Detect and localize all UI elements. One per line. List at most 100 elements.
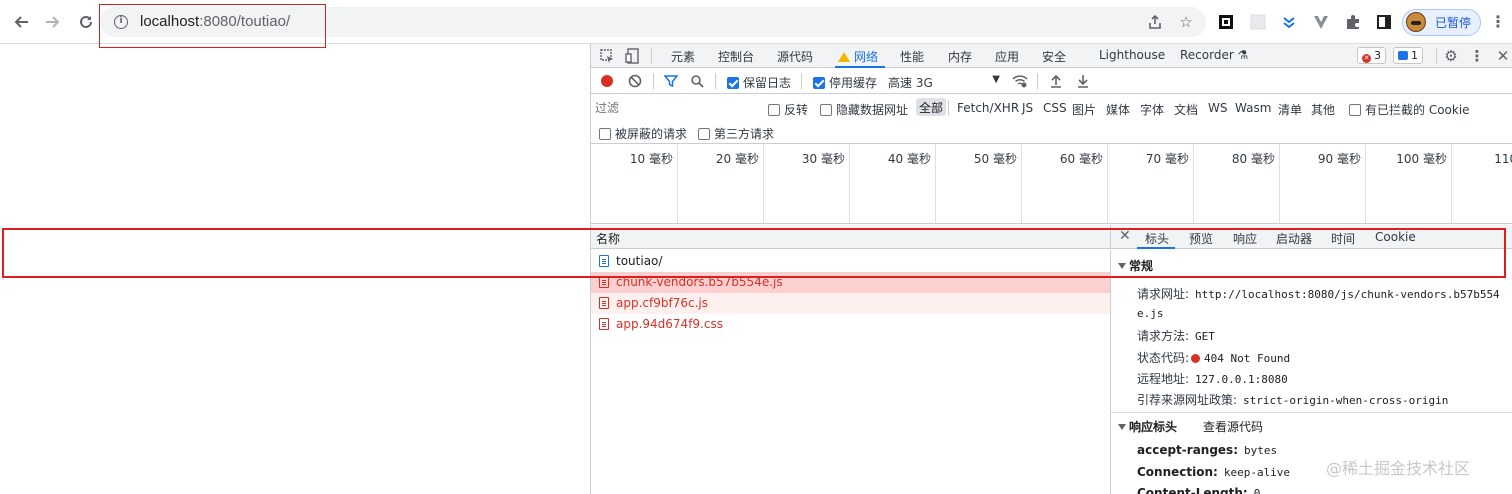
response-header-key: Connection:: [1137, 465, 1218, 479]
filter-type-doc[interactable]: 文档: [1174, 101, 1198, 118]
tab-preview[interactable]: 预览: [1189, 230, 1213, 247]
extension-qr-icon[interactable]: [1216, 12, 1236, 32]
tab-recorder[interactable]: Recorder ⚗: [1180, 48, 1248, 62]
checkbox-unchecked[interactable]: [1349, 104, 1361, 116]
tab-initiator[interactable]: 启动器: [1276, 230, 1312, 247]
inspect-element-icon[interactable]: [597, 46, 617, 66]
tab-network[interactable]: 网络: [838, 48, 878, 65]
response-header-row: Content-Length: 0: [1137, 486, 1260, 494]
filter-type-manifest[interactable]: 清单: [1278, 101, 1302, 118]
filter-type-ws[interactable]: WS: [1208, 101, 1227, 115]
request-row[interactable]: toutiao/: [591, 251, 1110, 272]
tab-elements[interactable]: 元素: [671, 48, 695, 65]
network-conditions-icon[interactable]: [1010, 71, 1030, 91]
referrer-policy-value: strict-origin-when-cross-origin: [1243, 394, 1449, 407]
error-count-badge[interactable]: ✕ 3: [1357, 47, 1386, 64]
filter-type-wasm[interactable]: Wasm: [1235, 101, 1271, 115]
timeline-tick-label: 80 毫秒: [1231, 152, 1275, 166]
device-toolbar-icon[interactable]: [623, 46, 643, 66]
reload-button[interactable]: [73, 9, 99, 35]
tab-sources[interactable]: 源代码: [777, 48, 813, 65]
request-row[interactable]: app.94d674f9.css: [591, 314, 1110, 335]
tab-cookies[interactable]: Cookie: [1375, 230, 1416, 244]
address-bar[interactable]: i localhost:8080/toutiao/: [100, 7, 1206, 37]
checkbox-unchecked[interactable]: [768, 104, 780, 116]
file-icon: [599, 297, 609, 309]
request-row[interactable]: chunk-vendors.b57b554e.js: [591, 272, 1110, 293]
checkbox-unchecked[interactable]: [820, 104, 832, 116]
disable-cache-checkbox[interactable]: 停用缓存: [813, 74, 877, 91]
clear-icon[interactable]: [625, 71, 645, 91]
general-section-header[interactable]: 常规: [1111, 257, 1512, 277]
blocked-requests-checkbox[interactable]: 被屏蔽的请求: [599, 125, 687, 142]
timeline-gridline: [1193, 144, 1194, 223]
column-name-header[interactable]: 名称: [596, 230, 620, 247]
search-icon[interactable]: [687, 71, 707, 91]
throttle-select[interactable]: 高速 3G ▼: [888, 74, 1000, 91]
tab-response[interactable]: 响应: [1233, 230, 1257, 247]
response-header-key: accept-ranges:: [1137, 443, 1238, 457]
filter-type-media[interactable]: 媒体: [1106, 101, 1130, 118]
filter-type-font[interactable]: 字体: [1140, 101, 1164, 118]
blocked-cookies-checkbox[interactable]: 有已拦截的 Cookie: [1349, 101, 1470, 118]
request-name: toutiao/: [616, 254, 663, 268]
import-har-icon[interactable]: [1046, 71, 1066, 91]
network-overview-timeline[interactable]: 10 毫秒 20 毫秒 30 毫秒 40 毫秒 50 毫秒 60 毫秒 70 毫秒 80 毫秒…: [591, 144, 1512, 224]
remote-address-value: 127.0.0.1:8080: [1195, 373, 1288, 386]
checkbox-checked[interactable]: [813, 77, 825, 89]
share-icon[interactable]: [1145, 12, 1165, 32]
side-panel-icon[interactable]: [1374, 12, 1394, 32]
tab-performance[interactable]: 性能: [900, 48, 924, 65]
browser-menu-icon[interactable]: ⋮: [1490, 12, 1506, 32]
message-count-badge[interactable]: 1: [1393, 47, 1423, 64]
bookmark-star-icon[interactable]: ☆: [1176, 12, 1196, 32]
devtools-tabbar: 元素 控制台 源代码 网络 性能 内存 应用 安全 Lighthouse Rec…: [591, 44, 1512, 68]
tab-headers[interactable]: 标头: [1145, 230, 1169, 247]
timeline-tick-label: 10 毫秒: [629, 152, 673, 166]
extension-vue-icon[interactable]: [1311, 12, 1331, 32]
export-har-icon[interactable]: [1073, 71, 1093, 91]
close-detail-icon[interactable]: ✕: [1119, 228, 1131, 244]
tab-lighthouse[interactable]: Lighthouse: [1099, 48, 1165, 62]
devtools-menu-icon[interactable]: ⋮: [1467, 46, 1487, 66]
back-button[interactable]: [8, 9, 34, 35]
request-row[interactable]: app.cf9bf76c.js: [591, 293, 1110, 314]
filter-icon[interactable]: [661, 71, 681, 91]
preserve-log-checkbox[interactable]: 保留日志: [727, 74, 791, 91]
record-icon[interactable]: [601, 75, 613, 87]
tab-memory[interactable]: 内存: [948, 48, 972, 65]
extensions-puzzle-icon[interactable]: [1343, 12, 1363, 32]
detail-tabbar: ✕ 标头 预览 响应 启动器 时间 Cookie: [1111, 225, 1512, 249]
hide-data-urls-checkbox[interactable]: 隐藏数据网址: [820, 101, 908, 118]
extension-blank-icon[interactable]: [1248, 12, 1268, 32]
referrer-policy-row: 引荐来源网址政策: strict-origin-when-cross-origin: [1137, 391, 1448, 408]
forward-button[interactable]: [40, 9, 66, 35]
close-devtools-icon[interactable]: ✕: [1493, 46, 1512, 66]
tab-timing[interactable]: 时间: [1331, 230, 1355, 247]
tab-application[interactable]: 应用: [995, 48, 1019, 65]
third-party-checkbox[interactable]: 第三方请求: [698, 125, 774, 142]
tab-security[interactable]: 安全: [1042, 48, 1066, 65]
extension-chevrons-icon[interactable]: [1279, 12, 1299, 32]
filter-input[interactable]: [595, 98, 757, 118]
info-icon[interactable]: i: [114, 15, 128, 29]
filter-type-css[interactable]: CSS: [1043, 101, 1067, 115]
filter-type-other[interactable]: 其他: [1311, 101, 1335, 118]
response-headers-section-header[interactable]: 响应标头 查看源代码: [1111, 418, 1512, 438]
filter-type-fetch-xhr[interactable]: Fetch/XHR: [957, 101, 1019, 115]
warning-icon: [838, 52, 850, 62]
invert-label: 反转: [784, 103, 809, 117]
profile-button[interactable]: 已暂停: [1402, 9, 1481, 36]
view-source-link[interactable]: 查看源代码: [1203, 420, 1263, 434]
tab-console[interactable]: 控制台: [718, 48, 754, 65]
invert-checkbox[interactable]: 反转: [768, 101, 808, 118]
checkbox-unchecked[interactable]: [599, 128, 611, 140]
filter-type-img[interactable]: 图片: [1072, 101, 1096, 118]
filter-type-all[interactable]: 全部: [916, 98, 947, 116]
checkbox-unchecked[interactable]: [698, 128, 710, 140]
filter-type-js[interactable]: JS: [1022, 101, 1033, 115]
request-name: chunk-vendors.b57b554e.js: [616, 275, 783, 289]
section-divider: [1111, 412, 1512, 413]
checkbox-checked[interactable]: [727, 77, 739, 89]
settings-gear-icon[interactable]: ⚙: [1441, 46, 1461, 66]
